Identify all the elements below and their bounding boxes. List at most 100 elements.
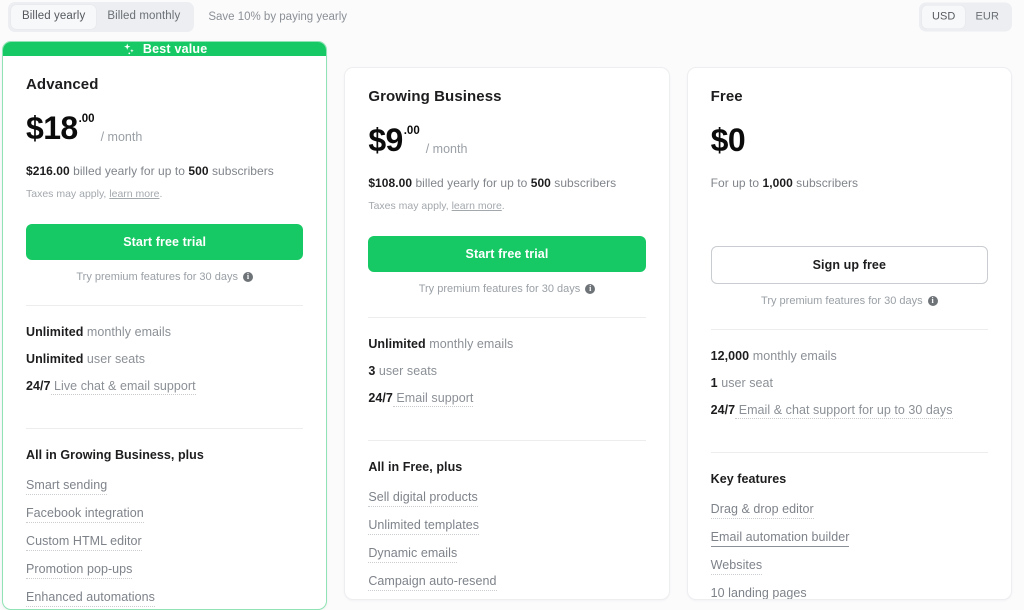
feature-label[interactable]: Sell digital products — [368, 490, 477, 507]
tax-period: . — [159, 188, 162, 200]
feature-label[interactable]: Drag & drop editor — [711, 502, 814, 519]
limit-label: user seat — [718, 376, 773, 390]
tax-text: Taxes may apply, — [368, 200, 448, 212]
card-body-free: Free $0 For up to 1,000 subscribers Sign… — [688, 68, 1011, 600]
tax-period: . — [502, 200, 505, 212]
feature-label[interactable]: 10 landing pages — [711, 586, 807, 600]
price-growing-business: $9 .00 / month — [368, 125, 645, 159]
price-advanced: $18 .00 / month — [26, 113, 303, 147]
start-free-trial-button-growing-business[interactable]: Start free trial — [368, 236, 645, 272]
pricing-card-advanced: Best value Advanced $18 .00 / month $216… — [2, 41, 327, 610]
plan-name-advanced: Advanced — [26, 76, 303, 93]
limits-advanced: Unlimited monthly emails Unlimited user … — [26, 325, 303, 406]
billed-suffix: subscribers — [793, 176, 858, 190]
feature-label[interactable]: Campaign auto-resend — [368, 574, 496, 591]
topbar: Billed yearly Billed monthly Save 10% by… — [0, 0, 1024, 34]
feature-item[interactable]: Smart sending — [26, 478, 303, 492]
billed-mid: billed yearly for up to — [70, 164, 189, 178]
feature-label[interactable]: Email automation builder — [711, 530, 850, 547]
plan-name-growing-business: Growing Business — [368, 88, 645, 105]
feature-item[interactable]: Promotion pop-ups — [26, 562, 303, 576]
feature-label[interactable]: Promotion pop-ups — [26, 562, 132, 579]
feature-item[interactable]: 10 landing pages — [711, 586, 988, 600]
info-icon[interactable]: i — [585, 284, 595, 294]
price-amount: $0 — [711, 125, 745, 155]
billed-suffix: subscribers — [209, 164, 274, 178]
feature-item[interactable]: Websites — [711, 558, 988, 572]
best-value-label: Best value — [143, 42, 208, 56]
trial-note-free: Try premium features for 30 days i — [711, 295, 988, 307]
limit-item: Unlimited user seats — [26, 352, 303, 366]
limit-item[interactable]: 24/7 Live chat & email support — [26, 379, 303, 393]
feature-item[interactable]: Unlimited templates — [368, 518, 645, 532]
feature-item[interactable]: Campaign auto-resend — [368, 574, 645, 588]
tax-line-growing-business: Taxes may apply, learn more. — [368, 200, 645, 212]
feature-item[interactable]: Facebook integration — [26, 506, 303, 520]
billing-option-yearly[interactable]: Billed yearly — [11, 5, 96, 29]
feature-item[interactable]: Dynamic emails — [368, 546, 645, 560]
info-icon[interactable]: i — [243, 272, 253, 282]
limit-value: Unlimited — [368, 337, 425, 351]
feature-label[interactable]: Smart sending — [26, 478, 107, 495]
limit-label: monthly emails — [426, 337, 514, 351]
billed-line-advanced: $216.00 billed yearly for up to 500 subs… — [26, 164, 303, 178]
feature-item[interactable]: Email automation builder — [711, 530, 988, 544]
tax-learn-more-link[interactable]: learn more — [109, 188, 159, 200]
feature-label[interactable]: Dynamic emails — [368, 546, 457, 563]
price-free: $0 — [711, 125, 988, 159]
price-period: / month — [101, 130, 143, 144]
tax-learn-more-link[interactable]: learn more — [452, 200, 502, 212]
limit-item: Unlimited monthly emails — [368, 337, 645, 351]
limit-label[interactable]: Email support — [393, 391, 474, 407]
currency-toggle[interactable]: USD EUR — [919, 3, 1012, 32]
start-free-trial-button-advanced[interactable]: Start free trial — [26, 224, 303, 260]
pricing-cards: Best value Advanced $18 .00 / month $216… — [0, 41, 1024, 610]
sign-up-free-button[interactable]: Sign up free — [711, 246, 988, 284]
billing-period-toggle[interactable]: Billed yearly Billed monthly — [8, 2, 194, 32]
feature-item[interactable]: Custom HTML editor — [26, 534, 303, 548]
feature-item[interactable]: Enhanced automations — [26, 590, 303, 604]
price-period: / month — [426, 142, 468, 156]
feature-item[interactable]: Sell digital products — [368, 490, 645, 504]
limit-item[interactable]: 24/7 Email support — [368, 391, 645, 405]
billing-option-monthly[interactable]: Billed monthly — [96, 5, 191, 29]
billed-prefix: For up to — [711, 176, 763, 190]
feature-label[interactable]: Unlimited templates — [368, 518, 479, 535]
billed-mid: billed yearly for up to — [412, 176, 531, 190]
feature-label[interactable]: Websites — [711, 558, 763, 575]
feature-item[interactable]: Drag & drop editor — [711, 502, 988, 516]
cta-wrap-advanced: Start free trial Try premium features fo… — [26, 224, 303, 283]
limit-label: monthly emails — [83, 325, 171, 339]
limit-label[interactable]: Live chat & email support — [51, 379, 196, 395]
billed-quantity: 500 — [531, 176, 551, 190]
feature-label[interactable]: Enhanced automations — [26, 590, 155, 607]
trial-note-text: Try premium features for 30 days — [76, 271, 238, 283]
limit-label[interactable]: Email & chat support for up to 30 days — [735, 403, 952, 419]
tax-line-advanced: Taxes may apply, learn more. — [26, 188, 303, 200]
trial-note-text: Try premium features for 30 days — [761, 295, 923, 307]
info-icon[interactable]: i — [928, 296, 938, 306]
limit-item[interactable]: 24/7 Email & chat support for up to 30 d… — [711, 403, 988, 417]
limit-item: 12,000 monthly emails — [711, 349, 988, 363]
trial-note-advanced: Try premium features for 30 days i — [26, 271, 303, 283]
feature-label[interactable]: Facebook integration — [26, 506, 144, 523]
sparkles-icon — [122, 42, 136, 56]
group-title-advanced: All in Growing Business, plus — [26, 448, 303, 462]
group-title-free: Key features — [711, 472, 988, 486]
currency-option-usd[interactable]: USD — [922, 6, 966, 29]
divider — [711, 452, 988, 453]
limit-item: 1 user seat — [711, 376, 988, 390]
divider — [711, 329, 988, 330]
billed-line-growing-business: $108.00 billed yearly for up to 500 subs… — [368, 176, 645, 190]
currency-option-eur[interactable]: EUR — [965, 6, 1009, 29]
pricing-card-free: Free $0 For up to 1,000 subscribers Sign… — [687, 67, 1012, 600]
limit-item: 3 user seats — [368, 364, 645, 378]
limits-growing-business: Unlimited monthly emails 3 user seats 24… — [368, 337, 645, 418]
price-amount: $18 — [26, 113, 78, 143]
group-title-growing-business: All in Free, plus — [368, 460, 645, 474]
plan-name-free: Free — [711, 88, 988, 105]
feature-label[interactable]: Custom HTML editor — [26, 534, 142, 551]
cta-wrap-growing-business: Start free trial Try premium features fo… — [368, 236, 645, 295]
limit-value: 24/7 — [368, 391, 393, 405]
limit-label: monthly emails — [749, 349, 837, 363]
